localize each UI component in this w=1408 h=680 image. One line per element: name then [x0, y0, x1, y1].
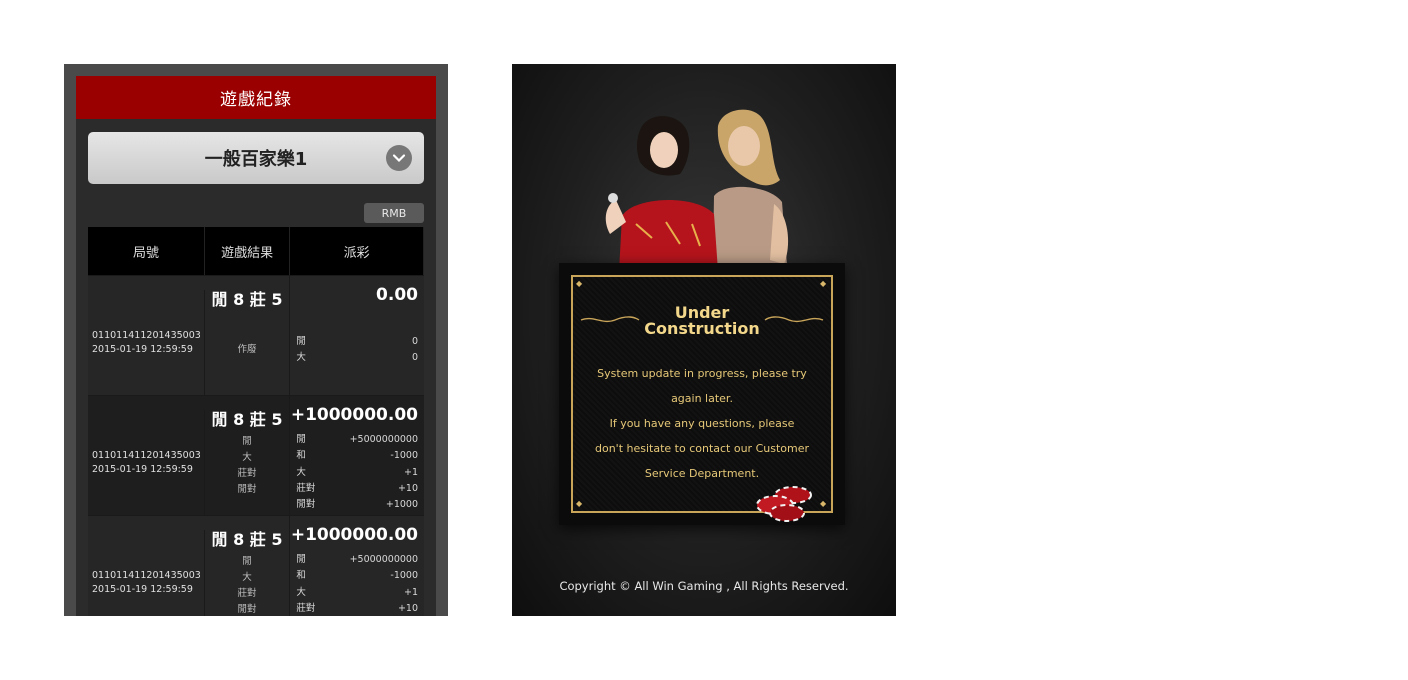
result-tag: 莊對 — [237, 588, 257, 599]
payout-line-label: 莊對 — [296, 482, 316, 494]
payout-line: 大 +1 — [296, 465, 418, 481]
payout-amount: +1000000.00 — [290, 405, 418, 425]
payout-cell: +1000000.00 閒 +5000000000 和 -1000 大 +1 莊對 +1… — [290, 396, 424, 515]
header-game-result: 遊戲結果 — [205, 227, 291, 275]
payout-line: 閒0 — [296, 334, 418, 350]
history-table: 局號 遊戲結果 派彩 011011411201435003 2015-01-19… — [88, 227, 424, 616]
table-row[interactable]: 011011411201435003 2015-01-19 12:59:59 閒… — [88, 395, 424, 515]
result-cell: 閒 8 莊 5 閒 大 莊對 閒對 — [205, 396, 291, 515]
payout-line-label: 閒 — [296, 336, 306, 347]
payout-breakdown: 閒0 大0 — [296, 334, 418, 367]
payout-line: 和 -1000 — [296, 448, 418, 464]
payout-line-label: 閒 — [296, 554, 306, 565]
payout-line-value: +1 — [403, 586, 418, 598]
payout-line-value: +10 — [397, 482, 418, 494]
round-datetime: 2015-01-19 12:59:59 — [92, 343, 193, 355]
payout-line-value: +10 — [397, 602, 418, 614]
payout-cell: +1000000.00 閒 +5000000000 和 -1000 大 +1 莊對 +1… — [290, 516, 424, 616]
notice-frame: ◆ ◆ ◆ ◆ Under Construction System update… — [571, 275, 833, 522]
payout-line: 莊對 +10 — [296, 481, 418, 497]
round-id: 011011411201435003 — [92, 449, 201, 461]
result-cell: 閒 8 莊 5 作廢 — [205, 276, 291, 395]
payout-line-value: +1000 — [385, 499, 418, 511]
payout-line-value: 0 — [411, 352, 418, 364]
payout-amount: 0.00 — [376, 285, 418, 305]
copyright-text: Copyright © All Win Gaming , All Rights … — [559, 579, 849, 593]
result-score: 閒 8 莊 5 — [211, 530, 283, 549]
game-history-screen: 遊戲紀錄 一般百家樂1 RMB 局號 遊戲結果 派彩 0110114112014… — [64, 64, 448, 616]
table-header: 局號 遊戲結果 派彩 — [88, 227, 424, 275]
round-cell: 011011411201435003 2015-01-19 12:59:59 — [88, 410, 205, 515]
payout-breakdown: 閒 +5000000000 和 -1000 大 +1 莊對 +10 — [296, 552, 418, 616]
round-cell: 011011411201435003 2015-01-19 12:59:59 — [88, 290, 205, 395]
notice-title-line2: Construction — [644, 319, 760, 338]
notice-message: System update in progress, please try ag… — [583, 361, 821, 486]
round-cell: 011011411201435003 2015-01-19 12:59:59 — [88, 530, 205, 616]
under-construction-screen: ◆ ◆ ◆ ◆ Under Construction System update… — [512, 64, 896, 616]
corner-ornament: ◆ — [576, 499, 583, 508]
payout-line-label: 閒對 — [296, 499, 316, 511]
payout-line-label: 莊對 — [296, 602, 316, 614]
payout-line: 莊對 +10 — [296, 601, 418, 616]
corner-ornament: ◆ — [820, 279, 827, 288]
corner-ornament: ◆ — [576, 279, 583, 288]
result-tag: 大 — [242, 572, 252, 583]
result-tags: 閒 大 莊對 閒對 — [205, 554, 290, 616]
payout-line-label: 和 — [296, 450, 306, 462]
game-history-content: 遊戲紀錄 一般百家樂1 RMB 局號 遊戲結果 派彩 0110114112014… — [76, 76, 436, 616]
message-line: If you have any questions, please — [609, 417, 795, 430]
result-tag: 閒 — [242, 436, 252, 447]
notice-title: Under Construction — [573, 305, 831, 337]
payout-line-value: +5000000000 — [349, 554, 418, 565]
message-line: don't hesitate to contact our Customer — [594, 442, 810, 455]
message-line: again later. — [671, 392, 733, 405]
payout-line-value: +5000000000 — [349, 434, 418, 445]
payout-line-label: 閒 — [296, 434, 306, 445]
payout-line-label: 大 — [296, 352, 306, 364]
header-payout: 派彩 — [290, 227, 424, 275]
payout-line-label: 大 — [296, 586, 306, 598]
payout-line: 閒 +5000000000 — [296, 432, 418, 448]
round-id: 011011411201435003 — [92, 569, 201, 581]
game-type-dropdown[interactable]: 一般百家樂1 — [88, 132, 424, 184]
notice-card: ◆ ◆ ◆ ◆ Under Construction System update… — [559, 263, 845, 525]
result-tag: 大 — [242, 452, 252, 463]
header-round-id: 局號 — [88, 227, 205, 275]
payout-line: 大 +1 — [296, 585, 418, 601]
payout-line: 閒對 +1000 — [296, 497, 418, 513]
result-score: 閒 8 莊 5 — [211, 410, 283, 429]
message-line: System update in progress, please try — [597, 367, 807, 380]
table-row[interactable]: 011011411201435003 2015-01-19 12:59:59 閒… — [88, 275, 424, 395]
round-datetime: 2015-01-19 12:59:59 — [92, 583, 193, 595]
result-tag: 作廢 — [237, 344, 257, 355]
payout-line-value: +1 — [403, 466, 418, 478]
result-tag: 莊對 — [237, 468, 257, 479]
result-tags: 閒 大 莊對 閒對 — [205, 434, 290, 498]
payout-line-label: 和 — [296, 570, 306, 582]
payout-amount: +1000000.00 — [290, 525, 418, 545]
result-score: 閒 8 莊 5 — [211, 290, 283, 309]
result-cell: 閒 8 莊 5 閒 大 莊對 閒對 — [205, 516, 291, 616]
chevron-down-icon[interactable] — [386, 145, 412, 171]
result-tag: 閒 — [242, 556, 252, 567]
payout-line: 和 -1000 — [296, 568, 418, 584]
payout-line: 閒 +5000000000 — [296, 552, 418, 568]
result-tag: 閒對 — [237, 604, 257, 615]
payout-line-value: -1000 — [390, 570, 418, 582]
result-tags: 作廢 — [205, 342, 290, 358]
table-row[interactable]: 011011411201435003 2015-01-19 12:59:59 閒… — [88, 515, 424, 616]
page-title: 遊戲紀錄 — [76, 76, 436, 119]
payout-line: 大0 — [296, 350, 418, 366]
game-type-selected: 一般百家樂1 — [204, 149, 308, 170]
casino-chips-icon — [756, 486, 812, 522]
round-datetime: 2015-01-19 12:59:59 — [92, 463, 193, 475]
payout-line-value: -1000 — [390, 450, 418, 462]
round-id: 011011411201435003 — [92, 329, 201, 341]
payout-line-value: 0 — [411, 336, 418, 347]
currency-badge: RMB — [364, 203, 424, 223]
payout-breakdown: 閒 +5000000000 和 -1000 大 +1 莊對 +10 閒對 +1000 — [296, 432, 418, 513]
payout-cell: 0.00 閒0 大0 — [290, 276, 424, 395]
payout-line-label: 大 — [296, 466, 306, 478]
result-tag: 閒對 — [237, 484, 257, 495]
